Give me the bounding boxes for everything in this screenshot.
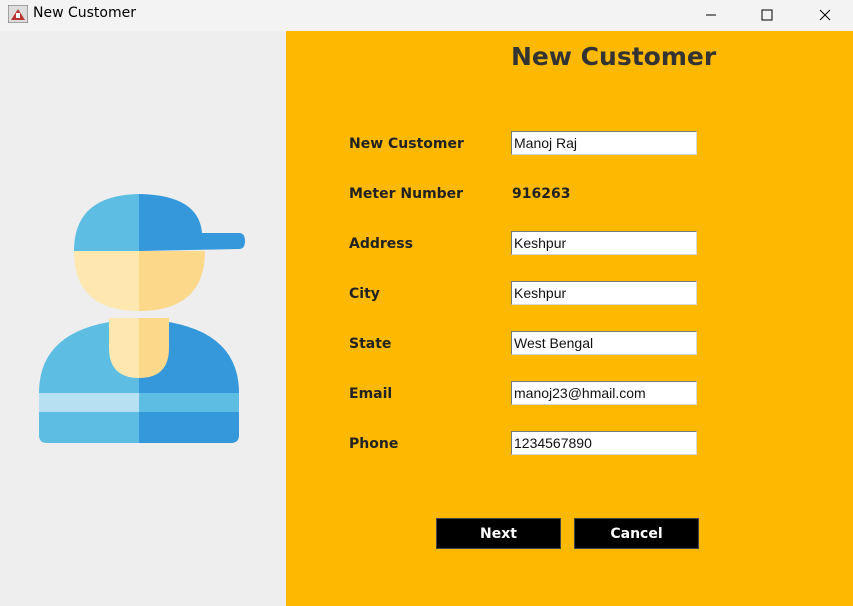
minimize-button[interactable] [688,0,734,31]
city-label: City [349,286,380,302]
app-icon [7,4,29,24]
phone-field[interactable] [511,431,697,455]
state-field[interactable] [511,331,697,355]
email-label: Email [349,386,393,402]
title-bar: New Customer [0,0,853,31]
cancel-button[interactable]: Cancel [574,518,699,549]
email-field[interactable] [511,381,697,405]
customer-illustration [39,193,249,449]
window-title: New Customer [33,5,136,21]
meter-number-label: Meter Number [349,186,464,202]
form-panel [286,31,853,606]
phone-label: Phone [349,436,399,452]
state-label: State [349,336,392,352]
address-label: Address [349,236,413,252]
name-field[interactable] [511,131,697,155]
maximize-button[interactable] [744,0,790,31]
close-icon [819,6,831,25]
maximize-icon [761,6,773,25]
close-button[interactable] [802,0,848,31]
meter-number-value: 916263 [512,186,571,202]
name-label: New Customer [349,136,464,152]
page-title: New Customer [511,42,717,71]
minimize-icon [705,6,717,25]
next-button[interactable]: Next [436,518,561,549]
city-field[interactable] [511,281,697,305]
address-field[interactable] [511,231,697,255]
